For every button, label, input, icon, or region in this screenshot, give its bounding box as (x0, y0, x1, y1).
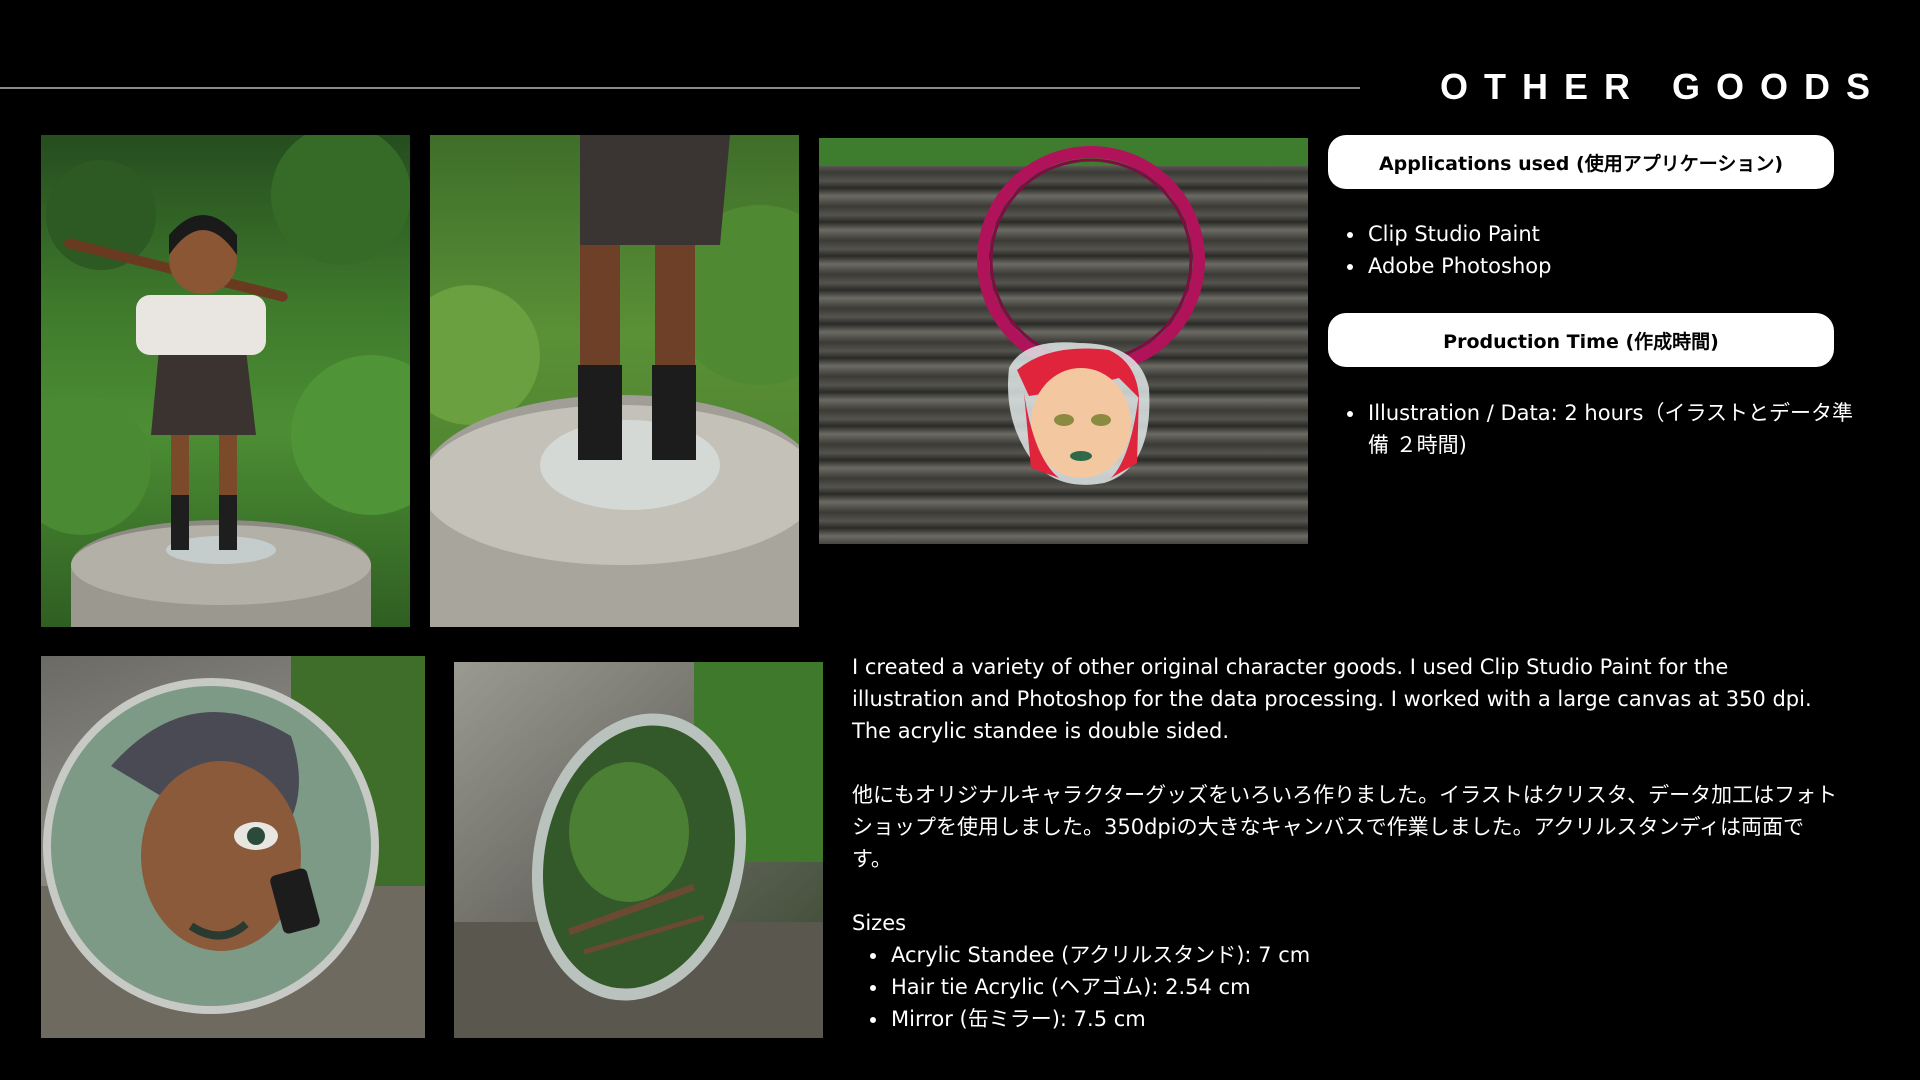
applications-heading: Applications used (使用アプリケーション) (1328, 135, 1834, 189)
hair-tie-photo (819, 138, 1308, 544)
acrylic-standee-photo (41, 135, 410, 627)
production-time-list: Illustration / Data: 2 hours（イラストとデータ準備 … (1329, 397, 1866, 461)
list-item: Illustration / Data: 2 hours（イラストとデータ準備 … (1366, 397, 1866, 461)
production-time-heading: Production Time (作成時間) (1328, 313, 1834, 367)
list-item: Hair tie Acrylic (ヘアゴム): 2.54 cm (889, 971, 1589, 1003)
list-item: Clip Studio Paint (1366, 218, 1856, 250)
list-item: Adobe Photoshop (1366, 250, 1856, 282)
sizes-label: Sizes (852, 911, 907, 935)
applications-list: Clip Studio Paint Adobe Photoshop (1329, 218, 1856, 282)
standee-base-photo (430, 135, 799, 627)
page-title: OTHER GOODS (1440, 66, 1887, 107)
list-item: Acrylic Standee (アクリルスタンド): 7 cm (889, 939, 1589, 971)
mirror-photo (454, 662, 823, 1038)
list-item: Mirror (缶ミラー): 7.5 cm (889, 1003, 1589, 1035)
description-japanese: 他にもオリジナルキャラクターグッズをいろいろ作りました。イラストはクリスタ、デー… (852, 783, 1838, 871)
badge-photo (41, 656, 425, 1038)
sizes-list: Acrylic Standee (アクリルスタンド): 7 cm Hair ti… (852, 939, 1589, 1035)
header-rule (0, 87, 1360, 89)
description-english: I created a variety of other original ch… (852, 655, 1812, 743)
